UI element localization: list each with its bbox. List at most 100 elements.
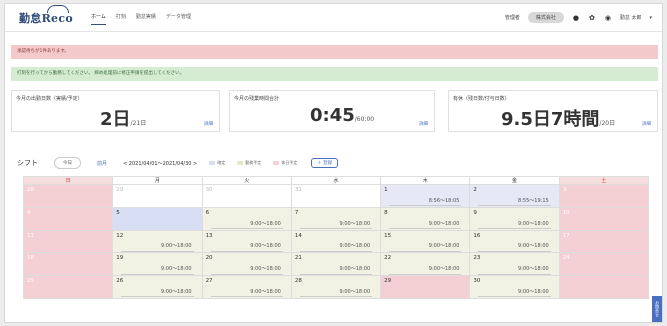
calendar-day-cell[interactable]: 2 8:55〜19:15 (469, 184, 560, 208)
user-icon[interactable]: ◉ (604, 14, 612, 22)
calendar-day-cell[interactable]: 12 9:00〜18:00 (112, 229, 203, 254)
calendar-day-cell[interactable]: 30 9:00〜18:00 (469, 275, 560, 299)
shift-time: 9:00〜18:00 (160, 266, 192, 273)
calendar-day-cell[interactable]: 23 9:00〜18:00 (469, 252, 560, 277)
calendar-day-cell[interactable]: 20 9:00〜18:00 (201, 252, 292, 277)
shift-time: 9:00〜18:00 (339, 243, 371, 250)
today-button[interactable]: 今日 (54, 157, 81, 169)
legend-holiday: 休日予定 (273, 160, 297, 166)
contact-side-tab[interactable]: お問合せ (652, 296, 662, 322)
nav-punch[interactable]: 打刻 (116, 13, 126, 25)
day-number: 11 (27, 232, 34, 239)
calendar-day-cell[interactable]: 24 (558, 252, 650, 277)
day-number: 20 (205, 255, 213, 262)
shift-time: 9:00〜18:00 (428, 266, 460, 273)
calendar-day-cell[interactable]: 4 (22, 206, 114, 231)
calendar-day-cell[interactable]: 14 9:00〜18:00 (290, 229, 382, 254)
shift-underline (389, 250, 462, 252)
calendar-day-cell[interactable]: 28 (22, 184, 114, 208)
calendar-day-cell[interactable]: 13 9:00〜18:00 (201, 229, 292, 254)
calendar-day-cell[interactable]: 29 (112, 184, 203, 208)
stat-detail-link[interactable]: 詳細 (642, 121, 651, 127)
calendar-day-cell[interactable]: 27 9:00〜18:00 (201, 275, 292, 299)
weekday-header: 水 (290, 176, 382, 185)
shift-underline (210, 250, 283, 252)
shift-underline (389, 205, 462, 206)
stat-detail-link[interactable]: 詳細 (204, 121, 213, 127)
calendar-day-cell[interactable]: 21 9:00〜18:00 (290, 252, 382, 277)
day-number: 28 (294, 278, 302, 285)
calendar-day-cell[interactable]: 3 (558, 184, 650, 208)
shift-time: 9:00〜18:00 (518, 266, 549, 273)
calendar-day-cell[interactable]: 7 9:00〜18:00 (290, 206, 382, 231)
calendar-day-cell[interactable]: 26 9:00〜18:00 (112, 275, 203, 299)
calendar-body: 28 29 30 31 1 8:56〜18:05 2 8:55〜19:15 3 4 5 6 9:00〜1… (22, 184, 650, 299)
add-shift-button[interactable]: ＋ 登録 (311, 158, 339, 168)
shift-underline (121, 273, 194, 275)
shift-underline (299, 296, 373, 297)
calendar-day-cell[interactable]: 19 9:00〜18:00 (112, 252, 203, 277)
app-logo[interactable]: 勤怠Reco (19, 5, 73, 26)
chevron-down-icon[interactable]: ▾ (649, 15, 652, 21)
day-number: 31 (294, 187, 302, 193)
weekday-header: 月 (112, 176, 203, 185)
calendar-day-cell[interactable]: 22 9:00〜18:00 (380, 252, 471, 277)
calendar-day-cell[interactable]: 11 (22, 229, 114, 254)
company-label[interactable]: 管理者 (505, 14, 520, 21)
day-number: 10 (562, 209, 570, 216)
logo-text: 勤怠Reco (19, 12, 73, 25)
shift-underline (299, 250, 373, 252)
legend-swatch (209, 161, 216, 165)
stat-card-workdays: 今月の出勤日数（実績/予定） 2日/21日 詳細 (11, 90, 220, 132)
day-number: 29 (116, 187, 124, 193)
calendar-day-cell[interactable]: 18 (22, 252, 114, 277)
calendar-day-cell[interactable]: 15 9:00〜18:00 (380, 229, 471, 254)
calendar-day-cell[interactable] (558, 275, 650, 299)
weekday-header: 金 (469, 176, 560, 185)
calendar-day-cell[interactable]: 8 9:00〜18:00 (380, 206, 471, 231)
legend-confirmed: 確定 (209, 160, 225, 166)
nav-home[interactable]: ホーム (91, 13, 106, 25)
day-number: 25 (27, 278, 34, 285)
calendar-day-cell[interactable]: 10 (558, 206, 650, 231)
calendar-day-cell[interactable]: 30 (201, 184, 292, 208)
calendar-week-row: 28 29 30 31 1 8:56〜18:05 2 8:55〜19:15 3 (22, 184, 650, 208)
shift-underline (478, 250, 551, 252)
calendar-day-cell[interactable]: 5 (112, 206, 203, 231)
shift-time: 9:00〜18:00 (428, 220, 460, 227)
bell-icon[interactable]: ● (572, 14, 580, 22)
day-number: 16 (473, 232, 481, 239)
shift-underline (478, 228, 551, 229)
calendar-day-cell[interactable]: 9 9:00〜18:00 (469, 206, 560, 231)
company-pill[interactable]: 株式会社 (527, 12, 564, 23)
calendar-day-cell[interactable]: 6 9:00〜18:00 (201, 206, 292, 231)
date-range-nav[interactable]: < 2021/04/01〜2021/04/30 > (123, 160, 197, 167)
day-number: 26 (116, 278, 124, 285)
shift-time: 9:00〜18:00 (518, 288, 549, 295)
gear-icon[interactable]: ✿ (588, 14, 596, 22)
day-number: 27 (205, 278, 213, 285)
legend-scheduled: 勤務予定 (237, 160, 261, 166)
house-icon (47, 5, 69, 13)
calendar-day-cell[interactable]: 25 (22, 275, 114, 299)
weekday-header: 火 (201, 176, 292, 185)
day-number: 15 (384, 232, 392, 239)
calendar-day-cell[interactable]: 16 9:00〜18:00 (469, 229, 560, 254)
nav-data-management[interactable]: データ管理 (166, 13, 191, 25)
calendar-day-cell[interactable]: 28 9:00〜18:00 (290, 275, 382, 299)
calendar-day-cell[interactable]: 31 (290, 184, 382, 208)
prev-month-link[interactable]: 前月 (97, 160, 107, 167)
stat-label: 今月の残業時間合計 (234, 96, 280, 102)
calendar-week-row: 4 5 6 9:00〜18:00 7 9:00〜18:00 8 9:00〜18:00 9 9:00… (22, 206, 650, 231)
user-name[interactable]: 勤怠 太郎 (620, 14, 642, 21)
calendar-day-cell[interactable]: 29 (380, 275, 471, 299)
shift-underline (210, 273, 283, 275)
alert-pending-approval[interactable]: 承認待ちが1件あります。 (11, 45, 658, 59)
calendar-day-cell[interactable]: 17 (558, 229, 650, 254)
calendar-day-cell[interactable]: 1 8:56〜18:05 (380, 184, 471, 208)
top-header: 勤怠Reco ホーム 打刻 勤怠実績 データ管理 管理者 株式会社 ● ✿ ◉ … (5, 4, 662, 32)
shift-underline (389, 228, 462, 229)
nav-attendance[interactable]: 勤怠実績 (136, 13, 156, 25)
legend-swatch (237, 161, 244, 165)
stat-detail-link[interactable]: 詳細 (419, 121, 428, 127)
